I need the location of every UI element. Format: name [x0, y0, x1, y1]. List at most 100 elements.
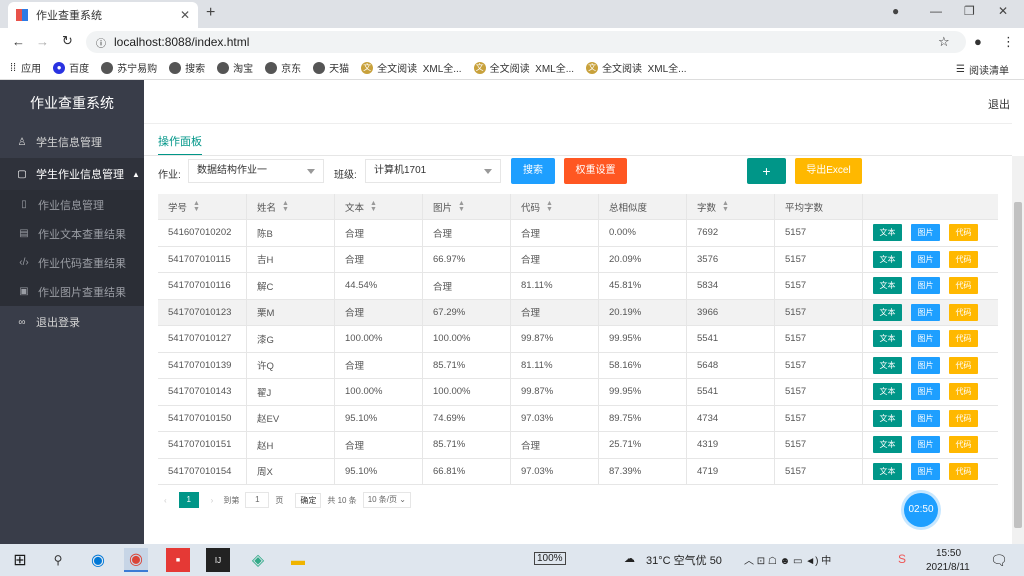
chrome-browser-icon[interactable]: ◉: [124, 548, 148, 572]
minimize-button[interactable]: —: [930, 4, 942, 18]
view-text-button[interactable]: 文本: [873, 409, 902, 427]
bookmark-taobao[interactable]: 淘宝: [217, 60, 253, 75]
view-text-button[interactable]: 文本: [873, 224, 902, 242]
column-header[interactable]: 字数 ▲ ▼: [687, 194, 775, 219]
bookmark-fulltext-3[interactable]: 文全文阅读 XML全...: [586, 60, 687, 75]
prev-page-icon[interactable]: ‹: [164, 496, 167, 505]
view-text-button[interactable]: 文本: [873, 356, 902, 374]
view-code-button[interactable]: 代码: [949, 224, 978, 242]
view-code-button[interactable]: 代码: [949, 330, 978, 348]
forward-icon[interactable]: →: [36, 34, 49, 49]
sidebar-item-students[interactable]: ♙ 学生信息管理: [0, 126, 144, 158]
back-icon[interactable]: ←: [12, 34, 25, 49]
sort-icon[interactable]: ▲ ▼: [722, 200, 729, 213]
logout-link[interactable]: 退出: [988, 96, 1010, 112]
profile-menu-icon[interactable]: ●: [892, 4, 899, 18]
bookmark-apps[interactable]: ⁞⁞ 应用: [10, 60, 41, 76]
view-code-button[interactable]: 代码: [949, 409, 978, 427]
column-header[interactable]: 学号 ▲ ▼: [158, 194, 247, 219]
battery-indicator[interactable]: 100%: [534, 552, 566, 565]
tab-operation-panel[interactable]: 操作面板: [158, 133, 202, 156]
view-image-button[interactable]: 图片: [911, 250, 940, 268]
goto-confirm-button[interactable]: 确定: [295, 492, 322, 508]
reload-icon[interactable]: ↻: [62, 33, 73, 49]
menu-icon[interactable]: ⋮: [1002, 34, 1015, 50]
goto-page-input[interactable]: 1: [245, 492, 270, 508]
view-image-button[interactable]: 图片: [911, 436, 940, 454]
intellij-icon[interactable]: IJ: [206, 548, 230, 572]
app-icon-green[interactable]: ◈: [246, 548, 270, 572]
column-header[interactable]: 代码 ▲ ▼: [511, 194, 599, 219]
scrollbar-thumb[interactable]: [1014, 202, 1022, 528]
view-code-button[interactable]: 代码: [949, 383, 978, 401]
sort-icon[interactable]: ▲ ▼: [546, 200, 553, 213]
maximize-button[interactable]: ❐: [964, 4, 975, 18]
view-image-button[interactable]: 图片: [911, 356, 940, 374]
windows-start-icon[interactable]: ⊞: [8, 548, 32, 572]
search-icon[interactable]: ⚲: [46, 548, 70, 572]
close-window-button[interactable]: ✕: [998, 4, 1008, 18]
bookmark-baidu[interactable]: ● 百度: [53, 60, 89, 75]
sort-icon[interactable]: ▲ ▼: [458, 200, 465, 213]
view-image-button[interactable]: 图片: [911, 462, 940, 480]
next-page-icon[interactable]: ›: [211, 496, 214, 505]
view-text-button[interactable]: 文本: [873, 277, 902, 295]
view-code-button[interactable]: 代码: [949, 250, 978, 268]
column-header[interactable]: 图片 ▲ ▼: [423, 194, 511, 219]
sidebar-subitem-text-result[interactable]: ▤ 作业文本查重结果: [0, 219, 144, 248]
sidebar-subitem-homework-info[interactable]: ▯ 作业信息管理: [0, 190, 144, 219]
bookmark-tmall[interactable]: 天猫: [313, 60, 349, 75]
address-bar[interactable]: ⓘ localhost:8088/index.html ☆: [86, 31, 966, 53]
assignment-select[interactable]: 数据结构作业一: [188, 159, 324, 183]
view-text-button[interactable]: 文本: [873, 303, 902, 321]
sort-icon[interactable]: ▲ ▼: [282, 200, 289, 213]
new-tab-button[interactable]: +: [206, 4, 215, 22]
app-icon-red[interactable]: ■: [166, 548, 190, 572]
tray-icons[interactable]: ︿ ⊡ ☖ ☻ ▭ ◄) 中: [744, 552, 831, 567]
account-icon[interactable]: ●: [974, 34, 982, 49]
page-scrollbar[interactable]: [1012, 156, 1024, 544]
view-code-button[interactable]: 代码: [949, 303, 978, 321]
sidebar-subitem-image-result[interactable]: ▣ 作业图片查重结果: [0, 277, 144, 306]
edge-browser-icon[interactable]: ◉: [86, 548, 110, 572]
column-header[interactable]: 文本 ▲ ▼: [335, 194, 423, 219]
view-code-button[interactable]: 代码: [949, 277, 978, 295]
sidebar-item-homework[interactable]: ▢ 学生作业信息管理 ▲: [0, 158, 144, 190]
sidebar-item-logout[interactable]: ∞ 退出登录: [0, 306, 144, 338]
weight-settings-button[interactable]: 权重设置: [564, 158, 627, 184]
clock-date[interactable]: 2021/8/11: [926, 562, 970, 573]
weather-text[interactable]: 31°C 空气优 50: [646, 552, 722, 568]
view-image-button[interactable]: 图片: [911, 383, 940, 401]
sort-icon[interactable]: ▲ ▼: [370, 200, 377, 213]
class-select[interactable]: 计算机1701: [365, 159, 501, 183]
view-image-button[interactable]: 图片: [911, 330, 940, 348]
view-image-button[interactable]: 图片: [911, 303, 940, 321]
browser-tab[interactable]: 作业查重系统 ✕: [8, 2, 198, 28]
view-text-button[interactable]: 文本: [873, 250, 902, 268]
page-size-select[interactable]: 10 条/页 ⌄: [362, 492, 411, 508]
column-header[interactable]: 姓名 ▲ ▼: [247, 194, 335, 219]
notification-icon[interactable]: 🗨: [990, 552, 1008, 569]
bookmark-search[interactable]: 搜索: [169, 60, 205, 75]
view-text-button[interactable]: 文本: [873, 330, 902, 348]
view-text-button[interactable]: 文本: [873, 462, 902, 480]
view-code-button[interactable]: 代码: [949, 436, 978, 454]
bookmark-star-icon[interactable]: ☆: [938, 34, 950, 50]
app-tray-icon[interactable]: S: [898, 552, 906, 566]
sidebar-subitem-code-result[interactable]: ‹/› 作业代码查重结果: [0, 248, 144, 277]
page-number-current[interactable]: 1: [178, 492, 199, 508]
clock-time[interactable]: 15:50: [936, 548, 961, 559]
export-excel-button[interactable]: 导出Excel: [795, 158, 862, 184]
reading-list[interactable]: ☰ 阅读清单: [956, 62, 1009, 77]
view-text-button[interactable]: 文本: [873, 436, 902, 454]
close-tab-icon[interactable]: ✕: [180, 8, 190, 22]
bookmark-suning[interactable]: 苏宁易购: [101, 60, 157, 75]
bookmark-jd[interactable]: 京东: [265, 60, 301, 75]
bookmark-fulltext-1[interactable]: 文全文阅读 XML全...: [361, 60, 462, 75]
view-image-button[interactable]: 图片: [911, 224, 940, 242]
bookmark-fulltext-2[interactable]: 文全文阅读 XML全...: [473, 60, 574, 75]
view-image-button[interactable]: 图片: [911, 277, 940, 295]
view-code-button[interactable]: 代码: [949, 356, 978, 374]
search-button[interactable]: 搜索: [511, 158, 555, 184]
add-button[interactable]: +: [747, 158, 786, 184]
